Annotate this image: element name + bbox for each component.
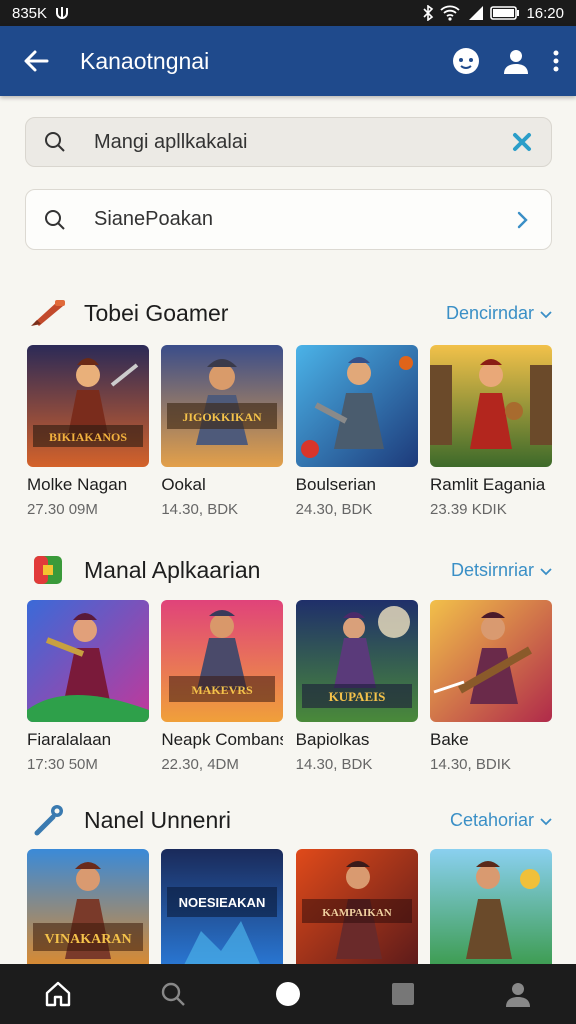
bluetooth-icon: [422, 5, 434, 21]
app-name: Boulserian: [295, 475, 376, 494]
section-more-link[interactable]: Detsirnriar: [451, 560, 552, 581]
chevron-right-icon[interactable]: [509, 207, 535, 233]
artwork-text: JIGOKKIKAN: [183, 410, 263, 424]
game-artwork: [295, 345, 418, 467]
bottom-navigation: [0, 964, 576, 1024]
game-artwork: NOESIEAKAN: [161, 849, 284, 971]
back-arrow-icon[interactable]: [16, 41, 56, 81]
game-artwork: KUPAEIS: [295, 600, 418, 722]
game-artwork: [429, 345, 552, 467]
circle-home-icon[interactable]: [258, 964, 318, 1024]
status-time: 16:20: [526, 4, 564, 22]
artwork-text: MAKEVRS: [192, 683, 254, 697]
wrench-icon: [28, 802, 68, 838]
section-header: Manal Aplkaarian Detsirnriar: [28, 550, 552, 590]
artwork-text: KAMPAIKAN: [322, 907, 392, 919]
app-card[interactable]: Bake 14.30, BDIK: [429, 600, 552, 773]
home-icon[interactable]: [28, 964, 88, 1024]
game-artwork: VINAKARAN: [27, 849, 149, 971]
app-card[interactable]: BIKIAKANOS Molke Nagan 27.30 09M: [27, 345, 149, 518]
artwork-text: NOESIEAKAN: [179, 895, 266, 910]
battery-icon: [490, 5, 520, 21]
game-artwork: MAKEVRS: [161, 600, 284, 722]
game-artwork: JIGOKKIKAN: [161, 345, 284, 467]
game-artwork: [429, 849, 552, 971]
page-title: Kanaotngnai: [80, 47, 210, 74]
artwork-text: KUPAEIS: [328, 689, 385, 704]
app-name: Ramlit Eagania: [429, 475, 546, 494]
artwork-text: BIKIAKANOS: [49, 430, 127, 444]
app-card[interactable]: NOESIEAKAN: [161, 849, 284, 971]
search-icon: [42, 129, 68, 155]
account-icon[interactable]: [502, 47, 530, 75]
app-meta: 27.30 09M: [27, 501, 98, 518]
section-more-link[interactable]: Dencirndar: [446, 303, 552, 324]
app-row: BIKIAKANOS Molke Nagan 27.30 09M JIGOKKI…: [27, 345, 552, 518]
paintbrush-icon: [28, 295, 68, 331]
app-name: Bake: [429, 730, 469, 749]
status-bar: 835K 16:20: [0, 0, 576, 26]
app-meta: 23.39 KDIK: [429, 501, 507, 518]
app-meta: 24.30, BDK: [295, 501, 373, 518]
profile-icon[interactable]: [488, 964, 548, 1024]
app-meta: 14.30, BDK: [161, 501, 239, 518]
app-name: Fiaralalaan: [27, 730, 112, 749]
app-meta: 14.30, BDIK: [429, 756, 511, 773]
app-card[interactable]: [429, 849, 552, 971]
app-card[interactable]: KUPAEIS Bapiolkas 14.30, BDK: [295, 600, 418, 773]
signal-icon: [466, 5, 484, 21]
chevron-down-icon: [540, 303, 552, 324]
app-row: Fiaralalaan 17:30 50M MAKEVRS Neapk Comb…: [27, 600, 552, 773]
status-left-text: 835K: [12, 4, 48, 22]
app-name: Neapk Combans: [161, 730, 284, 749]
app-tile-icon: [28, 552, 68, 588]
section-title: Nanel Unnenri: [84, 806, 232, 833]
app-bar: Kanaotngnai: [0, 26, 576, 96]
clear-icon[interactable]: [509, 129, 535, 155]
more-vert-icon[interactable]: [552, 49, 560, 73]
section-header: Tobei Goamer Dencirndar: [28, 293, 552, 333]
wifi-icon: [440, 5, 461, 21]
app-card[interactable]: KAMPAIKAN: [295, 849, 418, 971]
app-card[interactable]: Fiaralalaan 17:30 50M: [27, 600, 149, 773]
app-name: Ookal: [161, 475, 206, 494]
section-header: Nanel Unnenri Cetahoriar: [28, 800, 552, 840]
section-more-label: Dencirndar: [445, 302, 534, 323]
chevron-down-icon: [540, 560, 552, 581]
section-title: Tobei Goamer: [84, 299, 229, 326]
chevron-down-icon: [540, 810, 552, 831]
secondary-search-field[interactable]: SianePoakan: [25, 189, 552, 250]
section-title: Manal Aplkaarian: [84, 556, 261, 583]
app-name: Molke Nagan: [27, 475, 128, 494]
game-artwork: KAMPAIKAN: [295, 849, 418, 971]
secondary-search-text: SianePoakan: [94, 208, 213, 230]
app-card[interactable]: Ramlit Eagania 23.39 KDIK: [429, 345, 552, 518]
artwork-text: VINAKARAN: [44, 932, 131, 947]
section-more-link[interactable]: Cetahoriar: [450, 810, 552, 831]
app-meta: 17:30 50M: [27, 756, 98, 773]
square-recents-icon[interactable]: [373, 964, 433, 1024]
section-more-label: Detsirnriar: [450, 559, 534, 580]
app-meta: 22.30, 4DM: [161, 756, 239, 773]
game-artwork: [429, 600, 552, 722]
app-card[interactable]: VINAKARAN: [27, 849, 149, 971]
game-artwork: BIKIAKANOS: [27, 345, 149, 467]
game-artwork: [27, 600, 149, 722]
app-card[interactable]: JIGOKKIKAN Ookal 14.30, BDK: [161, 345, 284, 518]
search-input[interactable]: Mangi apllkakalai: [25, 117, 552, 167]
section-more-label: Cetahoriar: [449, 809, 534, 830]
search-input-text: Mangi apllkakalai: [94, 130, 248, 153]
app-card[interactable]: MAKEVRS Neapk Combans 22.30, 4DM: [161, 600, 284, 773]
app-name: Bapiolkas: [295, 730, 370, 749]
game-controller-icon[interactable]: [452, 47, 480, 75]
usb-icon: [53, 5, 71, 21]
app-card[interactable]: Boulserian 24.30, BDK: [295, 345, 418, 518]
search-icon: [42, 207, 68, 233]
app-row: VINAKARAN NOESIEAKAN KAMPAIKAN: [27, 849, 552, 971]
search-icon[interactable]: [143, 964, 203, 1024]
app-meta: 14.30, BDK: [295, 756, 373, 773]
